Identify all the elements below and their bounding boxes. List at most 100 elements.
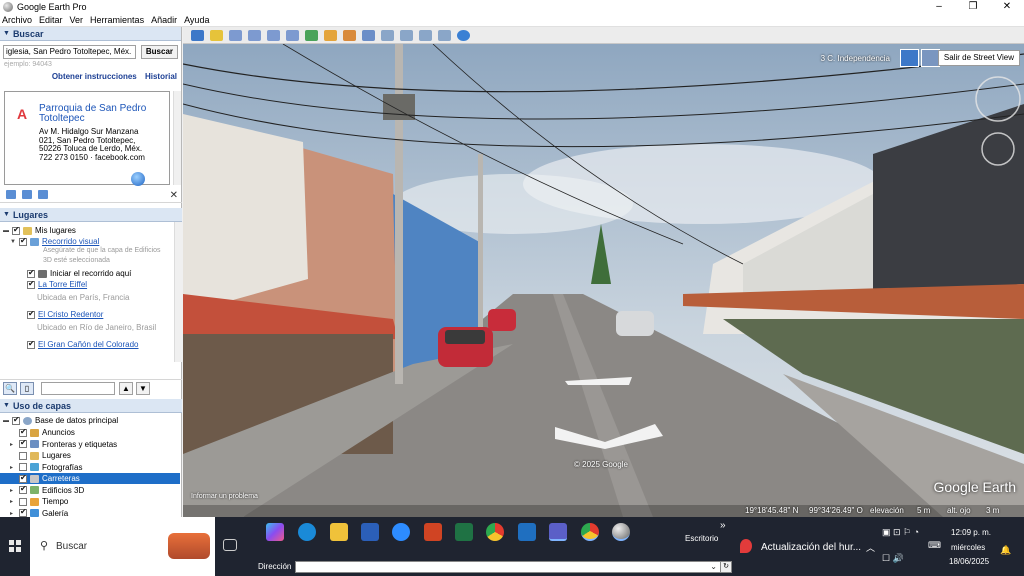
layer-item[interactable]: Carreteras xyxy=(0,473,180,484)
copilot-icon[interactable] xyxy=(266,523,284,541)
tree-item-place[interactable]: El Cristo Redentor xyxy=(27,309,103,319)
address-dropdown-icon[interactable]: ⌄ xyxy=(710,562,717,571)
menu-ayuda[interactable]: Ayuda xyxy=(184,15,209,25)
tree-item-start-tour[interactable]: Iniciar el recorrido aquí xyxy=(27,268,131,278)
tree-item-place[interactable]: El Gran Cañón del Colorado xyxy=(27,339,139,349)
places-scrollbar[interactable] xyxy=(174,222,182,362)
menu-herramientas[interactable]: Herramientas xyxy=(90,15,144,25)
expand-icon[interactable]: ▸ xyxy=(10,487,17,494)
history-link[interactable]: Historial xyxy=(145,72,177,81)
checkbox[interactable] xyxy=(19,438,27,448)
tree-item-label[interactable]: El Cristo Redentor xyxy=(38,310,103,319)
planets-icon[interactable] xyxy=(343,29,356,41)
tree-item-place[interactable]: La Torre Eiffel xyxy=(27,279,87,289)
task-view-icon[interactable] xyxy=(223,539,237,551)
expand-icon[interactable]: ▸ xyxy=(10,498,17,505)
chrome-profile-icon[interactable] xyxy=(581,523,599,541)
checkbox[interactable] xyxy=(19,473,27,483)
search-panel-header[interactable]: ▼ Buscar xyxy=(0,27,181,41)
checkbox[interactable] xyxy=(19,427,27,437)
path-icon[interactable] xyxy=(248,29,261,41)
checkbox[interactable] xyxy=(19,484,27,494)
close-button[interactable]: ✕ xyxy=(990,0,1024,13)
search-button[interactable]: Buscar xyxy=(140,45,178,59)
sun-icon[interactable] xyxy=(324,29,337,41)
globe-icon[interactable] xyxy=(131,172,145,186)
places-panel-header[interactable]: ▼ Lugares xyxy=(0,208,182,222)
layer-item[interactable]: Lugares xyxy=(0,450,180,461)
outlook-icon[interactable] xyxy=(518,523,536,541)
file-explorer-icon[interactable] xyxy=(330,523,348,541)
tree-item-label[interactable]: El Gran Cañón del Colorado xyxy=(38,340,139,349)
result-scrollbar[interactable] xyxy=(173,91,181,185)
layer-item[interactable]: ▸ Fronteras y etiquetas xyxy=(0,438,180,450)
layer-root[interactable]: ▬ Base de datos principal xyxy=(3,415,118,426)
checkbox[interactable] xyxy=(19,507,27,517)
checkbox[interactable] xyxy=(27,279,35,289)
search-input[interactable]: iglesia, San Pedro Totoltepec, Méx. xyxy=(3,45,136,59)
checkbox[interactable] xyxy=(19,451,27,460)
desktop-toolbar-label[interactable]: Escritorio xyxy=(685,534,718,543)
checkbox[interactable] xyxy=(12,415,20,425)
checkbox[interactable] xyxy=(12,225,20,235)
checkbox[interactable] xyxy=(27,268,35,278)
print-icon[interactable] xyxy=(400,29,413,41)
tree-item-label[interactable]: Recorrido visual xyxy=(42,237,99,246)
address-go-button[interactable]: ↻ xyxy=(720,561,732,573)
copy-icon[interactable] xyxy=(22,190,32,199)
address-input[interactable] xyxy=(295,561,721,573)
exit-street-view-button[interactable]: Salir de Street View xyxy=(937,50,1020,66)
menu-anadir[interactable]: Añadir xyxy=(151,15,177,25)
tree-item-my-places[interactable]: ▬ Mis lugares xyxy=(3,225,76,236)
chrome-icon[interactable] xyxy=(486,523,504,541)
checkbox[interactable] xyxy=(19,463,27,471)
menu-editar[interactable]: Editar xyxy=(39,15,63,25)
image-overlay-icon[interactable] xyxy=(267,29,280,41)
clock-date[interactable]: 18/06/2025 xyxy=(949,557,989,566)
notifications-bell-icon[interactable]: 🔔 xyxy=(1000,545,1011,556)
expand-icon[interactable]: ▸ xyxy=(10,441,17,448)
menu-archivo[interactable]: Archivo xyxy=(2,15,32,25)
report-problem-link[interactable]: Informar un problema xyxy=(191,493,258,500)
notification-text[interactable]: Actualización del hur... xyxy=(761,542,861,553)
word-icon[interactable] xyxy=(361,523,379,541)
powerpoint-icon[interactable] xyxy=(424,523,442,541)
checkbox[interactable] xyxy=(19,236,27,246)
checkbox[interactable] xyxy=(27,339,35,349)
clock-time[interactable]: 12:09 p. m. xyxy=(951,528,991,537)
expand-icon[interactable]: ▸ xyxy=(10,510,17,517)
taskbar-search-box[interactable]: ⚲ Buscar xyxy=(30,517,215,576)
zoom-icon[interactable] xyxy=(392,523,410,541)
clock-day[interactable]: miércoles xyxy=(951,543,985,552)
checkbox[interactable] xyxy=(19,497,27,506)
layer-item[interactable]: ▸ Edificios 3D xyxy=(0,484,180,496)
polygon-icon[interactable] xyxy=(229,29,242,41)
earth-icon[interactable] xyxy=(457,29,470,41)
ruler-icon[interactable] xyxy=(362,29,375,41)
search-result-card[interactable]: A Parroquia de San Pedro Totoltepec Av M… xyxy=(4,91,170,186)
print-icon[interactable] xyxy=(38,190,48,199)
placemark-icon[interactable] xyxy=(210,29,223,41)
maximize-button[interactable]: ❐ xyxy=(956,0,990,13)
save-image-icon[interactable] xyxy=(419,29,432,41)
google-earth-taskbar-icon[interactable] xyxy=(612,523,630,541)
tree-item-label[interactable]: La Torre Eiffel xyxy=(38,280,87,289)
clear-search-icon[interactable]: ✕ xyxy=(170,190,178,201)
result-title[interactable]: Parroquia de San Pedro Totoltepec xyxy=(39,104,167,124)
street-view-person-icon[interactable] xyxy=(900,49,919,67)
checkbox[interactable] xyxy=(27,309,35,319)
search-places-button[interactable]: 🔍 xyxy=(3,381,17,395)
expand-icon[interactable]: ▸ xyxy=(10,464,17,471)
excel-icon[interactable] xyxy=(455,523,473,541)
show-hidden-icons-chevron-icon[interactable]: ︿ xyxy=(866,541,875,554)
layer-item[interactable]: ▸ Tiempo xyxy=(0,496,180,507)
add-folder-icon[interactable] xyxy=(6,190,16,199)
layers-panel-header[interactable]: ▼ Uso de capas xyxy=(0,399,182,413)
keyboard-icon[interactable]: ⌨ xyxy=(928,540,941,551)
menu-ver[interactable]: Ver xyxy=(70,15,84,25)
expand-icon[interactable]: ▼ xyxy=(10,239,17,245)
expand-icon[interactable]: ▬ xyxy=(3,228,10,234)
places-filter-input[interactable] xyxy=(41,381,115,395)
teams-icon[interactable] xyxy=(549,523,567,541)
layer-item[interactable]: Anuncios xyxy=(0,427,180,438)
